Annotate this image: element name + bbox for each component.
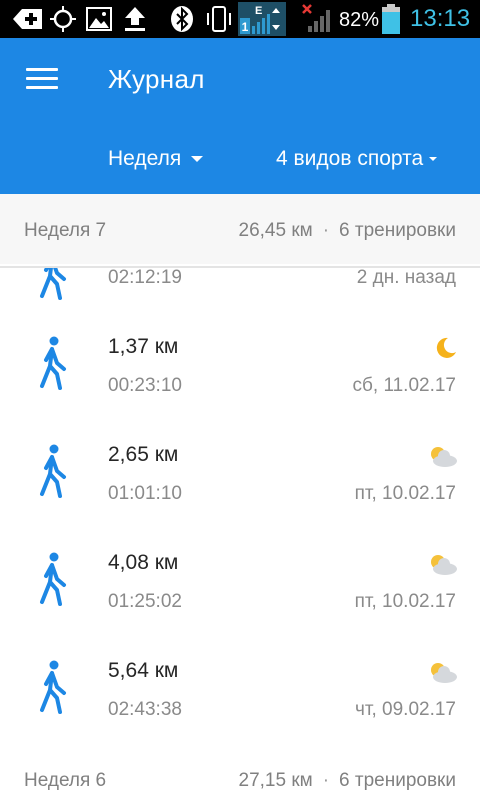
period-filter-label: Неделя [108,147,182,170]
image-icon [86,7,112,31]
activity-duration: 00:23:10 [108,375,182,396]
app-bar: Журнал Неделя 4 видов спорта [0,38,480,194]
activity-row[interactable]: 2,65 км 01:01:10 пт, 10.02.17 [0,436,480,544]
week-workouts: 6 тренировки [339,770,456,791]
activity-distance: 1,37 км [108,335,179,358]
network-type: E [255,5,262,17]
activity-duration: 01:25:02 [108,591,182,612]
week-distance: 26,45 км [238,220,313,241]
activity-duration: 02:12:19 [108,267,182,288]
activity-date: пт, 10.02.17 [354,591,456,612]
walking-icon [40,660,66,714]
week-header: Неделя 7 26,45 км · 6 тренировки [0,194,480,264]
chevron-down-icon [191,156,204,163]
moon-icon [436,337,456,358]
activity-row[interactable]: 1,37 км 00:23:10 сб, 11.02.17 [0,328,480,436]
period-filter-dropdown[interactable]: Неделя [108,147,204,171]
walking-icon [40,552,66,606]
bluetooth-icon [171,6,193,32]
activity-list[interactable]: 02:12:19 2 дн. назад 1,37 км 00:23:10 сб… [0,266,480,766]
page-title: Журнал [108,64,205,94]
walking-icon [40,336,66,390]
activity-row[interactable]: 02:12:19 2 дн. назад [0,266,480,328]
week-summary: 26,45 км · 6 тренировки [239,220,456,242]
activity-date: пт, 10.02.17 [354,483,456,504]
week-summary: 27,15 км · 6 тренировки [239,770,456,792]
partly-cloudy-icon [431,663,457,683]
status-bar: 1 E 82% 13:13 [0,0,480,38]
partly-cloudy-icon [431,555,457,575]
walking-icon [40,266,66,300]
activity-distance: 4,08 км [108,551,179,574]
week-distance: 27,15 км [238,770,313,791]
add-notification-icon [13,9,42,29]
battery-percent: 82% [339,9,380,31]
upload-icon [125,7,145,31]
list-divider [0,266,480,268]
activity-date: сб, 11.02.17 [352,375,457,396]
separator-dot: · [322,770,330,791]
vibrate-icon [207,6,231,32]
walking-icon [40,444,66,498]
separator-dot: · [322,220,330,241]
activity-duration: 02:43:38 [108,699,182,720]
partly-cloudy-icon [431,447,457,467]
clock: 13:13 [410,5,471,32]
chevron-down-icon [429,157,438,162]
sim-number: 1 [242,20,249,34]
no-signal-icon [302,4,330,32]
mobile-data-icon: 1 E [238,2,286,36]
activity-row[interactable]: 5,64 км 02:43:38 чт, 09.02.17 [0,652,480,760]
sport-filter-dropdown[interactable]: 4 видов спорта [276,147,438,171]
activity-distance: 5,64 км [108,659,179,682]
week-header: Неделя 6 27,15 км · 6 тренировки [0,754,480,800]
gps-icon [50,6,76,32]
activity-distance: 2,65 км [108,443,179,466]
activity-duration: 01:01:10 [108,483,182,504]
battery-icon [382,4,400,34]
week-label: Неделя 6 [24,770,107,791]
activity-date: чт, 09.02.17 [354,699,456,720]
sport-filter-label: 4 видов спорта [276,147,424,170]
menu-icon[interactable] [26,68,58,92]
activity-date: 2 дн. назад [356,267,456,288]
activity-row[interactable]: 4,08 км 01:25:02 пт, 10.02.17 [0,544,480,652]
week-label: Неделя 7 [24,220,107,241]
week-workouts: 6 тренировки [339,220,456,241]
